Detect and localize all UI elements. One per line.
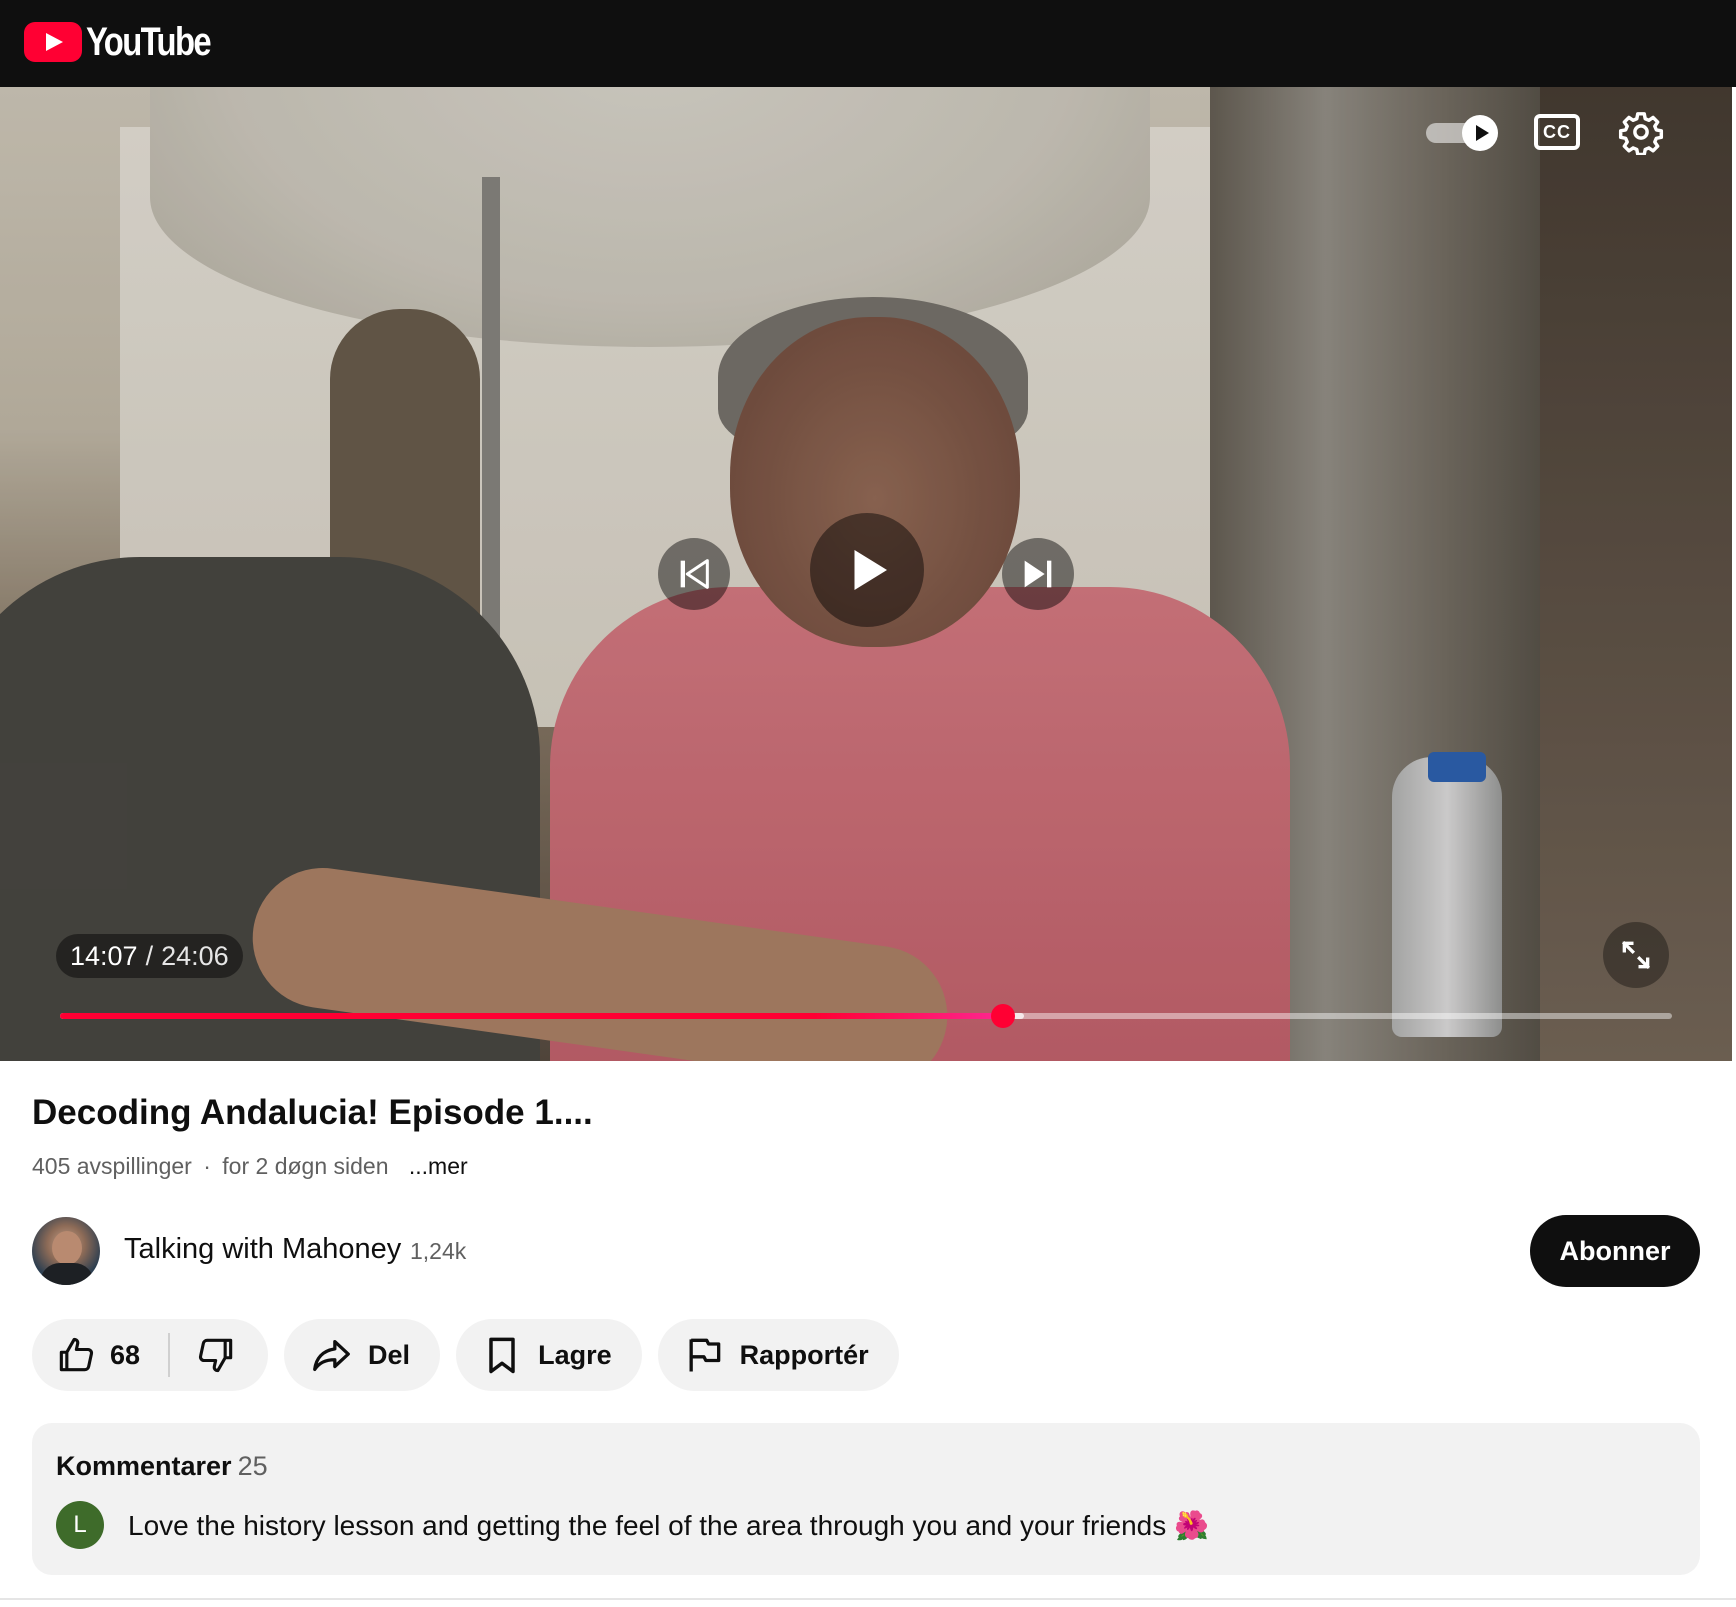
subscriber-count: 1,24k: [410, 1238, 467, 1264]
thumbs-up-icon: [59, 1337, 94, 1372]
logo-text: YouTube: [86, 19, 212, 64]
subscribe-button[interactable]: Abonner: [1530, 1215, 1700, 1287]
commenter-avatar: L: [56, 1501, 104, 1549]
youtube-logo-icon: [24, 22, 82, 62]
save-button[interactable]: Lagre: [456, 1319, 642, 1391]
comments-teaser[interactable]: Kommentarer 25 L Love the history lesson …: [32, 1423, 1700, 1575]
top-comment-text: Love the history lesson and getting the …: [128, 1510, 1209, 1541]
video-player[interactable]: CC 14:07 / 24:06: [0, 87, 1732, 1061]
comments-header: Kommentarer 25: [56, 1451, 268, 1482]
channel-avatar[interactable]: [32, 1217, 100, 1285]
like-count: 68: [110, 1339, 141, 1370]
meta-separator: ·: [203, 1153, 211, 1179]
play-icon: [854, 550, 887, 590]
thumbs-down-icon: [198, 1338, 233, 1373]
top-bar: YouTube: [0, 0, 1736, 87]
action-bar: 68 Del Lagre Rapportér: [32, 1319, 899, 1391]
skip-previous-icon: [680, 559, 709, 589]
share-button[interactable]: Del: [284, 1319, 441, 1391]
report-button[interactable]: Rapportér: [657, 1319, 899, 1391]
page-divider: [0, 1598, 1736, 1600]
flag-icon: [689, 1338, 720, 1372]
progress-bar[interactable]: [60, 1004, 1672, 1028]
like-dislike-group: 68: [32, 1319, 269, 1391]
channel-row: Talking with Mahoney 1,24k Abonner: [32, 1215, 1700, 1287]
channel-name[interactable]: Talking with Mahoney: [124, 1233, 401, 1266]
upload-age: for 2 døgn siden: [222, 1153, 389, 1179]
time-separator: /: [145, 940, 154, 971]
progress-played: [60, 1013, 1004, 1019]
duration: 24:06: [161, 940, 229, 971]
view-count: 405 avspillinger: [32, 1153, 192, 1179]
skip-next-icon: [1024, 560, 1052, 588]
time-display: 14:07 / 24:06: [56, 934, 243, 978]
share-icon: [313, 1339, 350, 1372]
current-time: 14:07: [70, 940, 138, 971]
scrubber-handle[interactable]: [991, 1004, 1016, 1028]
player-center-controls: [0, 87, 1732, 1061]
video-meta: 405 avspillinger · for 2 døgn siden ...m…: [32, 1153, 468, 1180]
comments-count: 25: [237, 1451, 268, 1481]
play-button[interactable]: [810, 513, 924, 627]
share-label: Del: [368, 1339, 411, 1370]
video-title: Decoding Andalucia! Episode 1....: [32, 1093, 593, 1132]
bookmark-icon: [489, 1337, 515, 1374]
more-link[interactable]: ...mer: [409, 1153, 468, 1179]
fullscreen-icon: [1621, 940, 1651, 970]
dislike-button[interactable]: [170, 1319, 268, 1391]
report-label: Rapportér: [739, 1339, 869, 1370]
youtube-logo[interactable]: YouTube: [24, 18, 237, 66]
fullscreen-button[interactable]: [1603, 922, 1669, 988]
comments-title: Kommentarer: [56, 1451, 232, 1481]
like-button[interactable]: 68: [32, 1319, 168, 1391]
save-label: Lagre: [538, 1339, 612, 1370]
next-button[interactable]: [1002, 538, 1074, 610]
previous-button[interactable]: [658, 538, 730, 610]
